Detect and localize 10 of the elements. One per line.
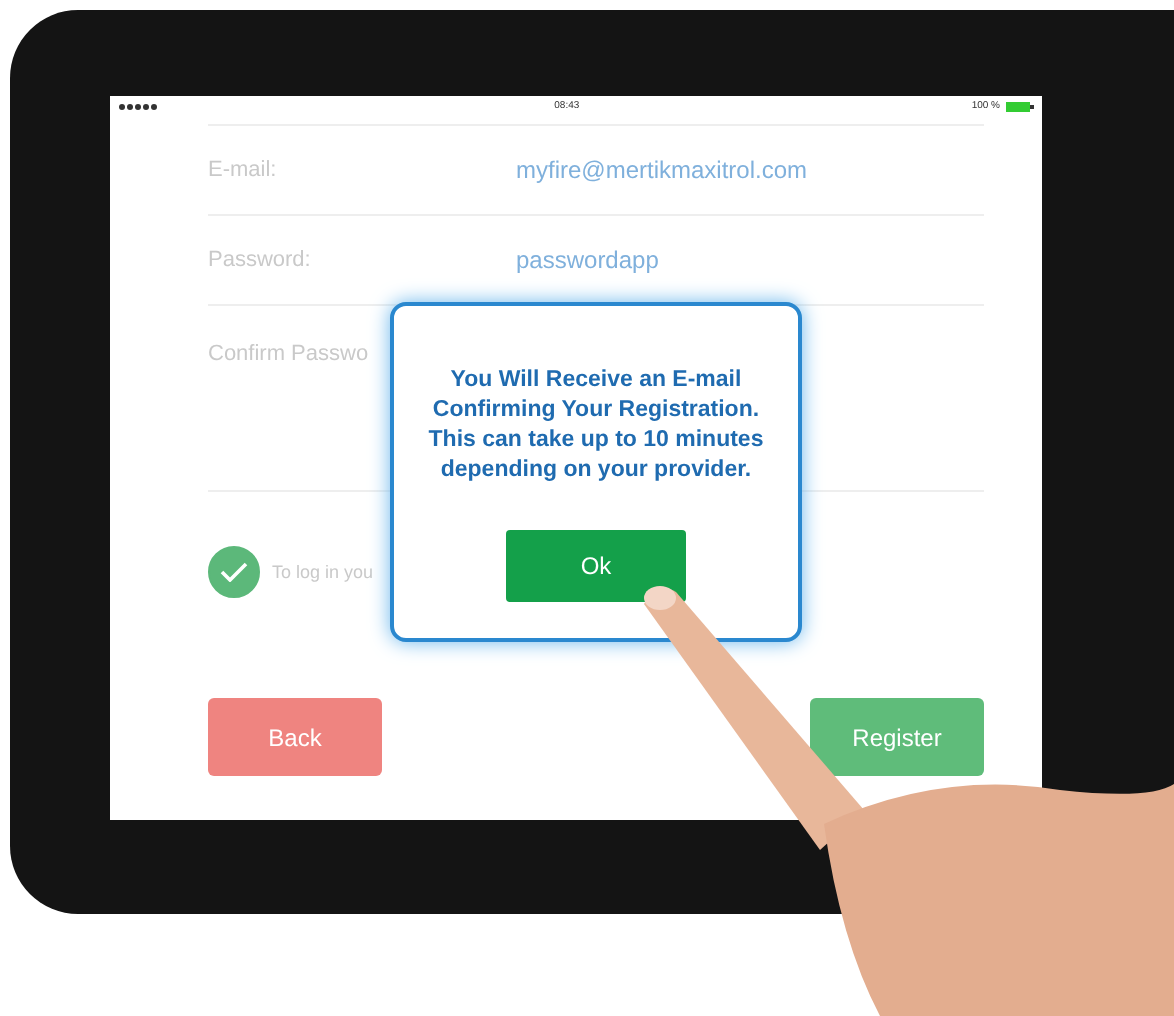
field-value[interactable]: passwordapp	[516, 246, 659, 274]
dialog-message: You Will Receive an E-mail Confirming Your Registration. This can take up to 10 minutes depending on your provider.	[426, 366, 766, 486]
checkbox[interactable]	[208, 546, 260, 598]
check-icon	[220, 562, 248, 582]
battery-icon	[1006, 101, 1034, 111]
field-value[interactable]: myfire@mertikmaxitrol.com	[516, 156, 808, 184]
ok-button[interactable]: Ok	[506, 529, 686, 602]
signal-icon	[118, 101, 162, 111]
register-button[interactable]: Register	[810, 698, 984, 776]
back-button[interactable]: Back	[208, 698, 382, 776]
